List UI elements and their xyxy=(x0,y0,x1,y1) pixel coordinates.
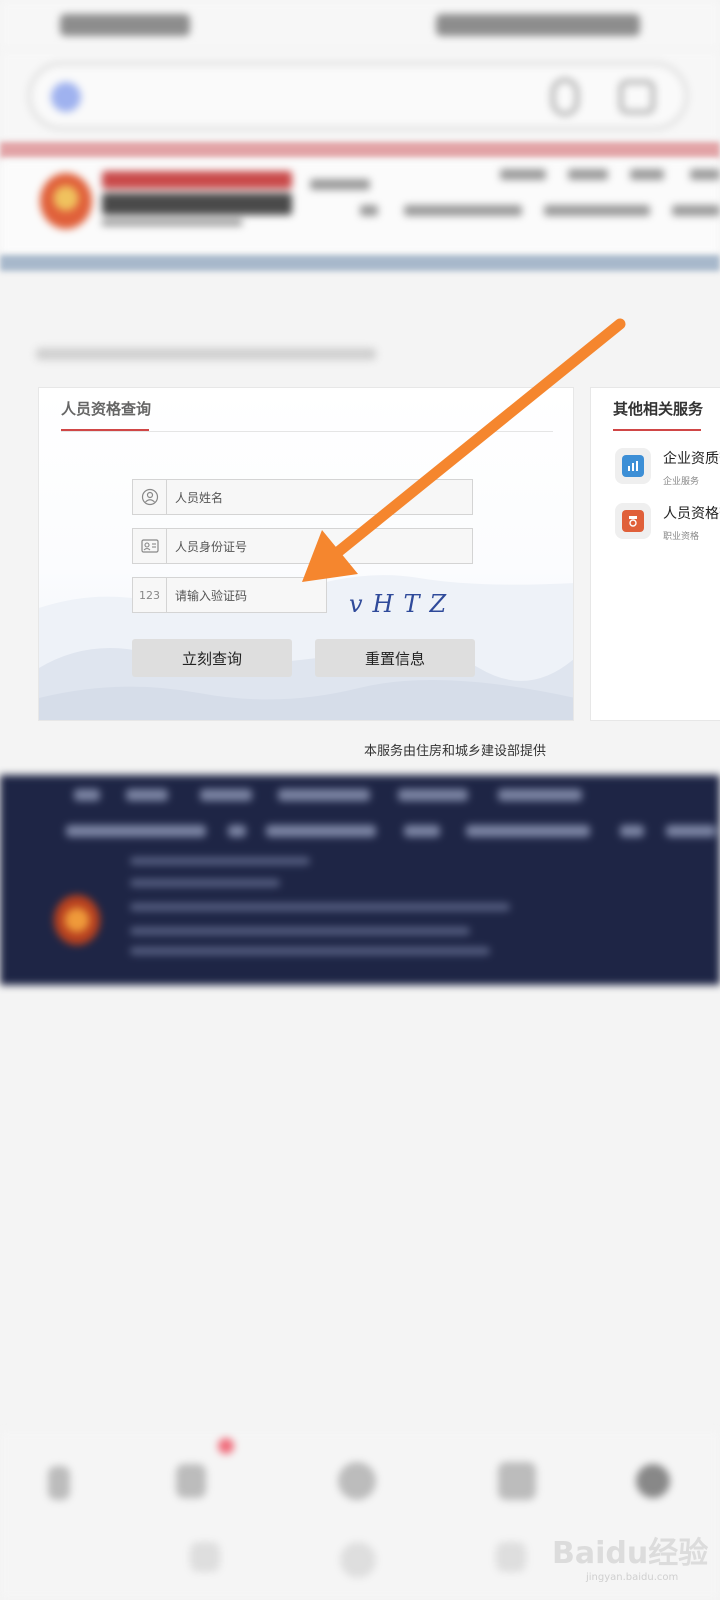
header-nav-item[interactable] xyxy=(544,205,650,216)
search-engine-icon[interactable] xyxy=(51,82,81,112)
name-input[interactable]: 人员姓名 xyxy=(175,489,223,506)
captcha-field[interactable]: 123 请输入验证码 xyxy=(132,577,327,613)
site-footer xyxy=(0,775,720,985)
site-title-logo xyxy=(102,171,292,189)
footer-text xyxy=(130,903,510,911)
tabs-icon[interactable] xyxy=(176,1464,206,1498)
qualification-service-icon[interactable] xyxy=(615,503,651,539)
footer-link[interactable] xyxy=(266,825,376,837)
header-nav-item[interactable] xyxy=(360,205,378,216)
service-tag: 企业服务 xyxy=(663,477,700,487)
captcha-input[interactable]: 请输入验证码 xyxy=(175,587,247,604)
id-number-input[interactable]: 人员身份证号 xyxy=(175,538,247,555)
number-icon: 123 xyxy=(133,578,167,612)
back-icon[interactable] xyxy=(48,1466,70,1500)
card-title-underline xyxy=(61,429,149,431)
home-icon[interactable] xyxy=(338,1462,376,1500)
status-bar xyxy=(0,0,720,50)
footer-emblem-logo xyxy=(54,895,100,945)
status-left-icons xyxy=(60,14,190,36)
service-name[interactable]: 企业资质查 xyxy=(663,448,720,468)
mountain-background xyxy=(39,575,573,720)
header-nav-item[interactable] xyxy=(404,205,522,216)
footer-text xyxy=(130,947,490,955)
card-divider xyxy=(61,431,553,432)
service-name[interactable]: 人员资格查 xyxy=(663,503,720,523)
national-emblem-logo xyxy=(40,173,92,229)
site-subtitle xyxy=(102,219,242,226)
header-nav-item[interactable] xyxy=(672,205,720,216)
site-header xyxy=(0,159,720,255)
header-link[interactable] xyxy=(310,179,370,190)
header-link[interactable] xyxy=(690,169,720,180)
baidu-watermark: Baidu经验 xyxy=(552,1536,709,1571)
breadcrumb xyxy=(36,348,376,360)
browser-toolbar xyxy=(0,50,720,142)
name-field[interactable]: 人员姓名 xyxy=(132,479,473,515)
notification-badge xyxy=(218,1438,234,1454)
personnel-query-card: 人员资格查询 人员姓名 人员身份证号 123 请输入验证码 vHTZ 立刻查询 … xyxy=(38,387,574,721)
profile-icon[interactable] xyxy=(636,1464,670,1498)
footer-link[interactable] xyxy=(74,789,100,801)
header-link[interactable] xyxy=(568,169,608,180)
id-number-field[interactable]: 人员身份证号 xyxy=(132,528,473,564)
windows-icon[interactable] xyxy=(498,1462,536,1500)
header-link[interactable] xyxy=(630,169,664,180)
footer-link[interactable] xyxy=(404,825,440,837)
card-title: 人员资格查询 xyxy=(61,400,152,418)
id-card-icon xyxy=(133,529,167,563)
header-link[interactable] xyxy=(500,169,546,180)
user-icon xyxy=(133,480,167,514)
query-button[interactable]: 立刻查询 xyxy=(132,639,292,677)
status-right-icons xyxy=(436,14,640,36)
system-home-icon[interactable] xyxy=(340,1542,376,1578)
footer-link[interactable] xyxy=(66,825,206,837)
footer-link[interactable] xyxy=(666,825,716,837)
footer-link[interactable] xyxy=(498,789,582,801)
footer-link[interactable] xyxy=(398,789,468,801)
related-services-title: 其他相关服务 xyxy=(613,400,704,418)
system-back-icon[interactable] xyxy=(190,1542,220,1572)
footer-link[interactable] xyxy=(228,825,246,837)
related-services-card: 其他相关服务 企业资质查 企业服务 人员资格查 职业资格 xyxy=(590,387,720,721)
footer-link[interactable] xyxy=(620,825,644,837)
footer-text xyxy=(130,857,310,865)
microphone-icon[interactable] xyxy=(551,78,579,116)
header-top-stripe xyxy=(0,142,720,159)
reset-button[interactable]: 重置信息 xyxy=(315,639,475,677)
watermark-url: jingyan.baidu.com xyxy=(586,1572,679,1583)
enterprise-service-icon[interactable] xyxy=(615,448,651,484)
provider-note: 本服务由住房和城乡建设部提供 xyxy=(364,744,547,759)
footer-link[interactable] xyxy=(200,789,252,801)
system-recents-icon[interactable] xyxy=(496,1542,526,1572)
footer-link[interactable] xyxy=(466,825,590,837)
service-tag: 职业资格 xyxy=(663,532,700,542)
site-name-logo xyxy=(102,193,292,215)
related-services-underline xyxy=(613,429,701,431)
scan-icon[interactable] xyxy=(619,80,655,114)
footer-text xyxy=(130,879,280,887)
footer-link[interactable] xyxy=(126,789,168,801)
footer-text xyxy=(130,927,470,935)
address-bar[interactable] xyxy=(28,62,688,130)
footer-link[interactable] xyxy=(278,789,370,801)
captcha-image[interactable]: vHTZ xyxy=(349,590,456,618)
header-bottom-stripe xyxy=(0,255,720,271)
